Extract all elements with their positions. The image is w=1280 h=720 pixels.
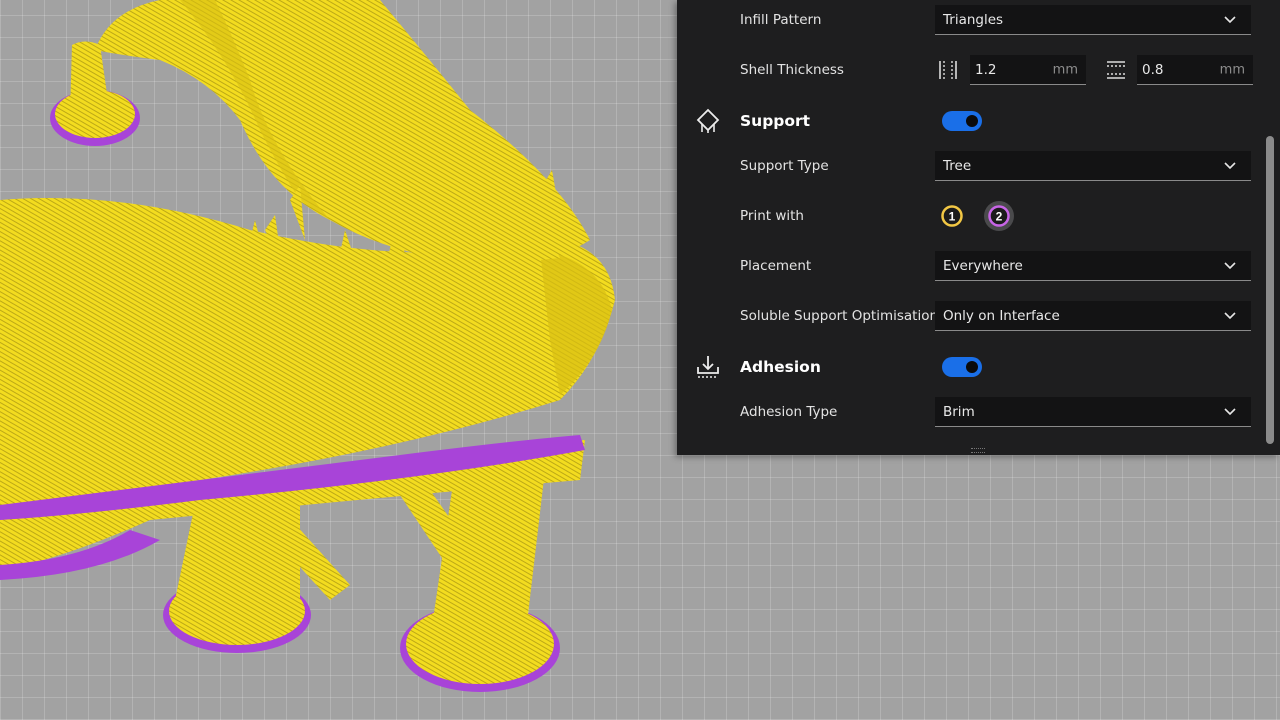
- support-type-row: Support Type Tree: [677, 148, 1280, 184]
- support-toggle[interactable]: [942, 111, 982, 131]
- extruder-1-button[interactable]: 1: [939, 203, 965, 229]
- shell-thickness-row: Shell Thickness 1.2 mm 0.8 mm: [677, 52, 1280, 88]
- support-type-label: Support Type: [740, 158, 829, 174]
- wall-thickness-value: 1.2: [975, 61, 997, 78]
- top-bottom-thickness-value: 0.8: [1142, 61, 1164, 78]
- extruder-2-icon: 2: [988, 205, 1010, 227]
- support-title: Support: [740, 112, 811, 130]
- print-settings-panel: Infill Pattern Triangles Shell Thickness…: [677, 0, 1280, 455]
- adhesion-type-dropdown[interactable]: Brim: [935, 397, 1251, 427]
- adhesion-type-row: Adhesion Type Brim: [677, 394, 1280, 430]
- top-bottom-thickness-input[interactable]: 0.8 mm: [1137, 55, 1253, 85]
- placement-label: Placement: [740, 258, 812, 274]
- placement-row: Placement Everywhere: [677, 248, 1280, 284]
- print-with-label: Print with: [740, 208, 804, 224]
- chevron-down-icon: [1224, 16, 1236, 24]
- support-toggle-knob: [966, 115, 978, 127]
- support-section-header: Support: [677, 103, 1280, 139]
- panel-scrollbar[interactable]: [1266, 136, 1274, 444]
- chevron-down-icon: [1224, 312, 1236, 320]
- chevron-down-icon: [1224, 408, 1236, 416]
- adhesion-type-value: Brim: [943, 403, 975, 420]
- top-bottom-thickness-icon: [1107, 61, 1125, 79]
- chevron-down-icon: [1224, 162, 1236, 170]
- infill-pattern-value: Triangles: [943, 11, 1004, 28]
- wall-thickness-unit: mm: [1052, 62, 1078, 77]
- print-with-row: Print with 1 2: [677, 198, 1280, 234]
- chevron-down-icon: [1224, 262, 1236, 270]
- adhesion-toggle-knob: [966, 361, 978, 373]
- adhesion-section-header: Adhesion: [677, 349, 1280, 385]
- small-support-post: [50, 41, 140, 146]
- adhesion-toggle[interactable]: [942, 357, 982, 377]
- support-type-dropdown[interactable]: Tree: [935, 151, 1251, 181]
- adhesion-type-label: Adhesion Type: [740, 404, 838, 420]
- extruder-1-icon: 1: [941, 205, 963, 227]
- support-type-value: Tree: [943, 157, 972, 174]
- infill-pattern-row: Infill Pattern Triangles: [677, 2, 1280, 38]
- soluble-support-label: Soluble Support Optimisation: [740, 308, 939, 324]
- soluble-support-dropdown[interactable]: Only on Interface: [935, 301, 1251, 331]
- panel-resize-grip[interactable]: [971, 448, 985, 453]
- adhesion-icon: [697, 356, 719, 378]
- placement-dropdown[interactable]: Everywhere: [935, 251, 1251, 281]
- infill-pattern-dropdown[interactable]: Triangles: [935, 5, 1251, 35]
- extruder-2-button[interactable]: 2: [984, 201, 1014, 231]
- wall-thickness-icon: [939, 61, 957, 79]
- wall-thickness-input[interactable]: 1.2 mm: [970, 55, 1086, 85]
- extruder-2-number: 2: [996, 210, 1003, 224]
- adhesion-title: Adhesion: [740, 358, 821, 376]
- shell-thickness-label: Shell Thickness: [740, 62, 844, 78]
- support-icon: [696, 108, 720, 133]
- placement-value: Everywhere: [943, 257, 1023, 274]
- top-bottom-thickness-unit: mm: [1219, 62, 1245, 77]
- soluble-support-value: Only on Interface: [943, 307, 1060, 324]
- extruder-1-number: 1: [949, 210, 956, 224]
- infill-pattern-label: Infill Pattern: [740, 12, 822, 28]
- soluble-support-row: Soluble Support Optimisation Only on Int…: [677, 298, 1280, 334]
